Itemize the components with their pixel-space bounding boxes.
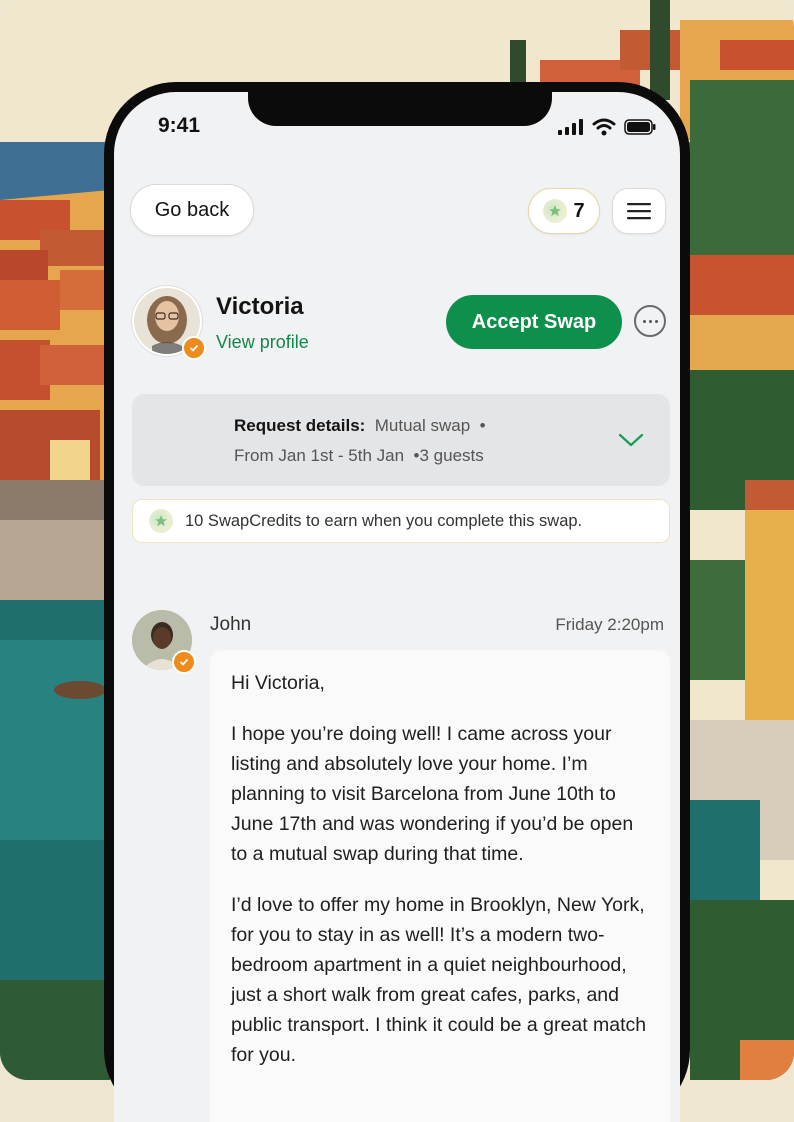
more-dot-icon (648, 319, 652, 323)
go-back-button[interactable]: Go back (130, 184, 254, 236)
verified-badge-icon (182, 336, 206, 360)
more-dot-icon (642, 319, 646, 323)
john-avatar[interactable] (132, 610, 196, 674)
message-paragraph: I’d love to offer my home in Brooklyn, N… (231, 894, 647, 1066)
swapcredit-coin-icon (543, 199, 568, 223)
swapcredit-coin-icon (149, 509, 173, 533)
battery-icon (624, 119, 656, 135)
message-greeting: Hi Victoria, (231, 672, 325, 694)
message-bubble: Hi Victoria, I hope you’re doing well! I… (210, 650, 670, 1122)
request-dates: From Jan 1st - 5th Jan (234, 446, 405, 465)
request-details-label: Request details: (234, 416, 366, 435)
more-options-button[interactable] (634, 305, 666, 337)
status-icons (558, 118, 656, 136)
accept-swap-button[interactable]: Accept Swap (446, 295, 622, 349)
request-guests: 3 guests (419, 446, 484, 465)
more-dot-icon (654, 319, 658, 323)
view-profile-link[interactable]: View profile (216, 332, 309, 353)
message-timestamp: Friday 2:20pm (555, 615, 664, 634)
earn-notice-text: 10 SwapCredits to earn when you complete… (185, 511, 583, 530)
app-screen: 9:41 Go back 7 Victoria View profile Acc… (114, 92, 680, 1122)
credits-count: 7 (573, 199, 585, 222)
verified-badge-icon (172, 650, 196, 674)
message-sender-name: John (210, 614, 252, 635)
hamburger-menu-icon (627, 203, 651, 220)
phone-notch (248, 92, 552, 126)
phone-frame: 9:41 Go back 7 Victoria View profile Acc… (104, 82, 690, 1122)
request-summary-line: Request details: Mutual swap • (234, 416, 486, 435)
credits-button[interactable]: 7 (528, 188, 600, 234)
request-type: Mutual swap (374, 416, 471, 435)
swapcredits-earn-notice: 10 SwapCredits to earn when you complete… (132, 499, 670, 543)
request-details-panel[interactable]: Request details: Mutual swap • From Jan … (132, 394, 670, 486)
victoria-avatar[interactable] (132, 286, 206, 360)
cellular-signal-icon (558, 119, 583, 135)
wifi-icon (592, 118, 616, 136)
message-paragraph: I hope you’re doing well! I came across … (231, 723, 634, 865)
chevron-down-icon[interactable] (618, 432, 644, 448)
menu-button[interactable] (612, 188, 666, 234)
host-name: Victoria (216, 293, 304, 320)
request-dates-line: From Jan 1st - 5th Jan •3 guests (234, 446, 484, 465)
status-time: 9:41 (158, 114, 201, 137)
